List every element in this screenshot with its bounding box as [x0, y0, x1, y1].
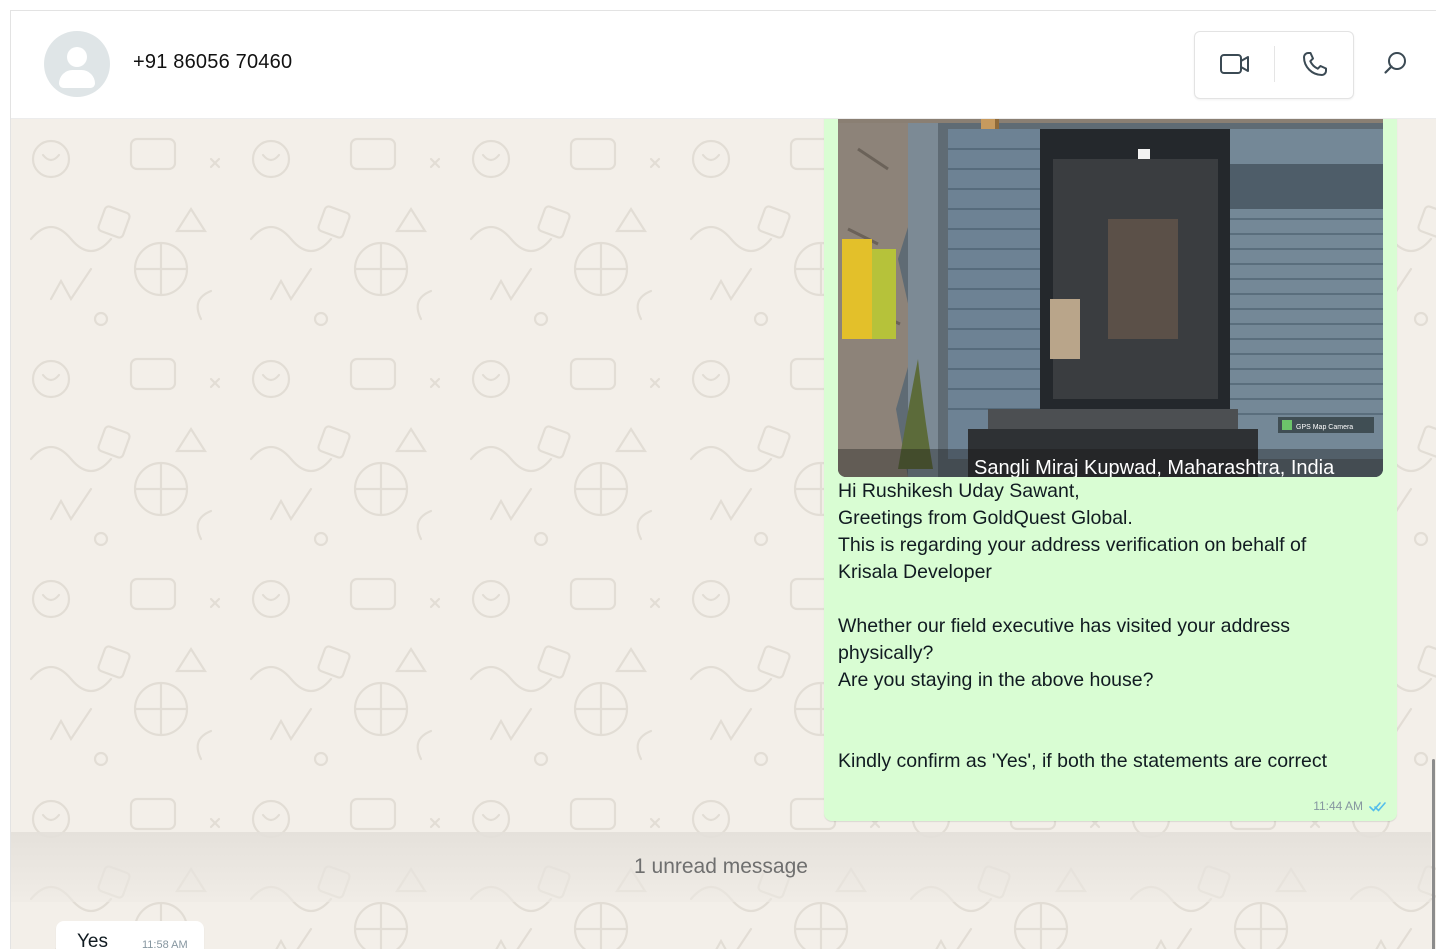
phone-icon — [1303, 52, 1327, 76]
incoming-message-bubble[interactable]: Yes 11:58 AM — [56, 921, 204, 949]
double-check-read-icon — [1369, 801, 1386, 812]
call-button-group — [1194, 31, 1354, 99]
message-line: Kindly confirm as 'Yes', if both the sta… — [838, 750, 1328, 772]
outgoing-message-bubble[interactable]: GPS Map Camera Sangli Miraj Kupwad, Maha… — [824, 119, 1397, 821]
contact-name[interactable]: +91 86056 70460 — [133, 51, 292, 74]
outgoing-message-meta: 11:44 AM — [1313, 799, 1387, 813]
message-line: Whether our field executive has visited … — [838, 615, 1290, 637]
unread-messages-divider: 1 unread message — [11, 832, 1431, 902]
video-camera-icon — [1220, 54, 1249, 74]
message-line — [838, 721, 1378, 748]
message-line: Greetings from GoldQuest Global. — [838, 507, 1133, 529]
message-line: Are you staying in the above house? — [838, 669, 1154, 691]
message-photo[interactable]: GPS Map Camera Sangli Miraj Kupwad, Maha… — [838, 119, 1383, 477]
video-call-button[interactable] — [1215, 44, 1255, 84]
outgoing-message-time: 11:44 AM — [1313, 799, 1363, 813]
photo-watermark: GPS Map Camera — [1296, 424, 1353, 431]
message-line: This is regarding your address verificat… — [838, 534, 1307, 556]
conversation-panel[interactable]: GPS Map Camera Sangli Miraj Kupwad, Maha… — [11, 119, 1436, 949]
incoming-message-time: 11:58 AM — [142, 939, 188, 949]
chat-header: +91 86056 70460 — [11, 11, 1436, 119]
unread-messages-label: 1 unread message — [634, 855, 808, 878]
chat-scrollbar[interactable] — [1432, 759, 1435, 949]
message-line — [838, 694, 1378, 721]
search-button[interactable] — [1376, 43, 1416, 83]
outgoing-message-text: Hi Rushikesh Uday Sawant, Greetings from… — [838, 478, 1378, 775]
message-line: Hi Rushikesh Uday Sawant, — [838, 480, 1080, 502]
contact-avatar[interactable] — [44, 31, 110, 97]
storefront-photo: GPS Map Camera Sangli Miraj Kupwad, Maha… — [838, 119, 1383, 477]
incoming-message-text: Yes — [77, 931, 108, 949]
message-line: physically? — [838, 642, 934, 664]
message-line — [838, 586, 1378, 613]
photo-location-caption: Sangli Miraj Kupwad, Maharashtra, India — [974, 457, 1335, 477]
chat-window: +91 86056 70460 GPS Map Camera Sangli Mi… — [10, 10, 1436, 949]
message-line: Krisala Developer — [838, 561, 992, 583]
default-avatar-icon — [67, 47, 87, 67]
search-icon — [1384, 52, 1406, 74]
voice-call-button[interactable] — [1295, 44, 1335, 84]
